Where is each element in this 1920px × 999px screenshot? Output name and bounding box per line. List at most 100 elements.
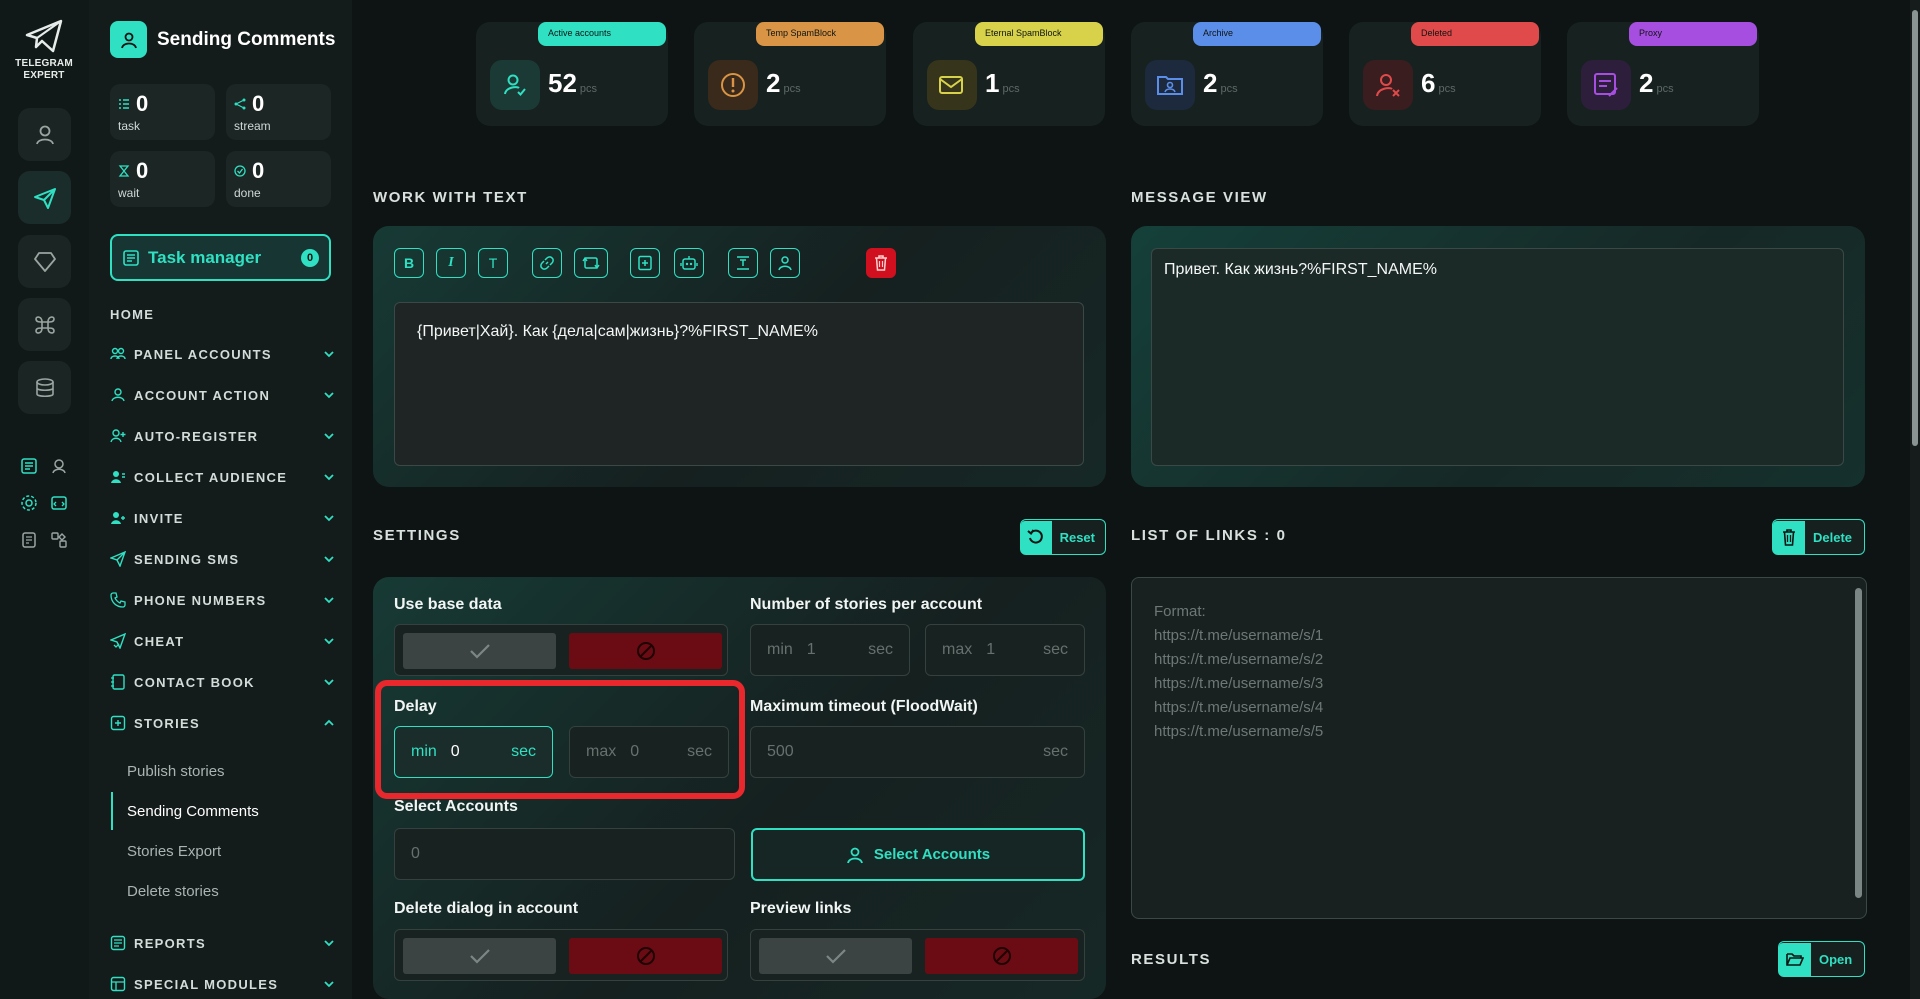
file-plus-icon <box>638 255 652 271</box>
module-title: Sending Comments <box>157 28 336 50</box>
card-deleted[interactable]: Deleted 6 pcs <box>1349 22 1541 126</box>
nav-phone-numbers[interactable]: PHONE NUMBERS <box>110 589 336 611</box>
card-number: 1 <box>985 68 1000 98</box>
open-results-button[interactable]: Open <box>1778 941 1865 977</box>
input-suffix: sec <box>1043 743 1068 760</box>
template-button[interactable] <box>728 248 758 278</box>
clear-text-button[interactable] <box>866 248 896 278</box>
card-tag: Proxy <box>1629 22 1757 46</box>
reset-button[interactable]: Reset <box>1020 519 1106 555</box>
nav-special-modules-label: SPECIAL MODULES <box>134 976 279 992</box>
mail-blocked-icon <box>927 60 977 110</box>
card-number: 52 <box>548 68 577 98</box>
link-button[interactable] <box>532 248 562 278</box>
message-editor[interactable]: {Привет|Хай}. Как {дела|сам|жизнь}?%FIRS… <box>394 302 1084 466</box>
command-icon <box>34 315 55 334</box>
input-value: 500 <box>767 743 794 760</box>
rail-modules-icon[interactable] <box>48 529 70 551</box>
select-accounts-label: Select Accounts <box>394 798 518 815</box>
italic-button[interactable]: I <box>436 248 466 278</box>
nav-special-modules[interactable]: SPECIAL MODULES <box>110 973 336 995</box>
sub-sending-comments[interactable]: Sending Comments <box>127 800 327 822</box>
card-value: 52 pcs <box>548 68 597 99</box>
sub-delete-stories[interactable]: Delete stories <box>127 880 327 902</box>
stat-task-value: 0 <box>136 91 149 116</box>
use-base-data-yes[interactable] <box>403 633 556 669</box>
logo[interactable]: TELEGRAM EXPERT <box>14 18 74 82</box>
rail-notes-icon[interactable] <box>18 529 40 551</box>
repeat-icon <box>582 256 600 270</box>
nav-collect-audience-label: COLLECT AUDIENCE <box>134 469 288 485</box>
stories-per-account-label: Number of stories per account <box>750 596 983 613</box>
chevron-down-icon <box>324 433 334 440</box>
trash-icon <box>1773 520 1805 554</box>
nav-collect-audience[interactable]: COLLECT AUDIENCE <box>110 466 336 488</box>
card-temp-spamblock[interactable]: Temp SpamBlock 2 pcs <box>694 22 886 126</box>
use-base-data-no[interactable] <box>569 633 722 669</box>
name-variable-button[interactable] <box>770 248 800 278</box>
page-scrollbar[interactable] <box>1910 0 1920 999</box>
input-value: 1 <box>806 641 816 658</box>
card-eternal-spamblock[interactable]: Eternal SpamBlock 1 pcs <box>913 22 1105 126</box>
stat-done-label: done <box>234 186 261 200</box>
rail-telegram-button[interactable] <box>18 171 71 224</box>
chevron-down-icon <box>324 638 334 645</box>
rail-accounts-button[interactable] <box>18 108 71 161</box>
spin-button[interactable] <box>574 248 608 278</box>
nav-stories-label: STORIES <box>134 715 200 731</box>
sub-publish-stories[interactable]: Publish stories <box>127 760 327 782</box>
delete-links-button[interactable]: Delete <box>1772 519 1865 555</box>
rail-gear-icon[interactable] <box>18 492 40 514</box>
nav-invite[interactable]: INVITE <box>110 507 336 529</box>
chevron-down-icon <box>324 597 334 604</box>
nav-reports[interactable]: REPORTS <box>110 932 336 954</box>
links-textarea[interactable]: Format: https://t.me/username/s/1 https:… <box>1131 577 1867 919</box>
bold-button[interactable]: B <box>394 248 424 278</box>
bot-button[interactable] <box>674 248 704 278</box>
nav-account-action[interactable]: ACCOUNT ACTION <box>110 384 336 406</box>
task-manager-button[interactable]: Task manager 0 <box>110 234 331 281</box>
rail-premium-button[interactable] <box>18 235 71 288</box>
diamond-icon <box>33 251 56 272</box>
nav-cheat[interactable]: CHEAT <box>110 630 336 652</box>
hourglass-icon <box>118 165 130 177</box>
delete-links-label: Delete <box>1813 529 1853 545</box>
timeout-input[interactable]: 500 sec <box>750 726 1085 778</box>
sub-stories-export[interactable]: Stories Export <box>127 840 327 862</box>
selected-accounts-input[interactable]: 0 <box>394 828 735 880</box>
rail-list-icon[interactable] <box>18 455 40 477</box>
card-unit: pcs <box>1220 83 1238 95</box>
nav-sending-sms[interactable]: SENDING SMS <box>110 548 336 570</box>
select-accounts-button[interactable]: Select Accounts <box>751 828 1085 881</box>
card-active-accounts[interactable]: Active accounts 52 pcs <box>476 22 668 126</box>
nav-auto-register[interactable]: AUTO-REGISTER <box>110 425 336 447</box>
stat-wait-label: wait <box>118 186 140 200</box>
preview-links-yes[interactable] <box>759 938 912 974</box>
links-scrollbar[interactable] <box>1855 588 1862 898</box>
delete-dialog-yes[interactable] <box>403 938 556 974</box>
nav-panel-accounts[interactable]: PANEL ACCOUNTS <box>110 343 336 365</box>
rail-code-icon[interactable] <box>48 492 70 514</box>
card-archive[interactable]: Archive 2 pcs <box>1131 22 1323 126</box>
rail-profile-icon[interactable] <box>48 455 70 477</box>
preview-links-no[interactable] <box>925 938 1078 974</box>
text-button[interactable]: T <box>478 248 508 278</box>
link-icon <box>540 256 554 270</box>
delete-dialog-no[interactable] <box>569 938 722 974</box>
stories-min-input[interactable]: min 1 sec <box>750 624 910 676</box>
card-number: 2 <box>1203 68 1218 98</box>
stories-max-input[interactable]: max 1 sec <box>925 624 1085 676</box>
nav-home[interactable]: HOME <box>110 303 336 325</box>
stat-done-value: 0 <box>252 158 265 183</box>
card-proxy[interactable]: Proxy 2 pcs <box>1567 22 1759 126</box>
rail-database-button[interactable] <box>18 361 71 414</box>
task-manager-count: 0 <box>301 248 319 267</box>
nav-stories[interactable]: STORIES <box>110 712 336 734</box>
insert-file-button[interactable] <box>630 248 660 278</box>
settings-title: SETTINGS <box>373 527 461 544</box>
nav-contact-book[interactable]: CONTACT BOOK <box>110 671 336 693</box>
links-example-line: https://t.me/username/s/3 <box>1154 675 1324 692</box>
rail-commands-button[interactable] <box>18 298 71 351</box>
page-scrollbar-thumb[interactable] <box>1912 10 1918 446</box>
task-manager-label: Task manager <box>148 247 262 267</box>
